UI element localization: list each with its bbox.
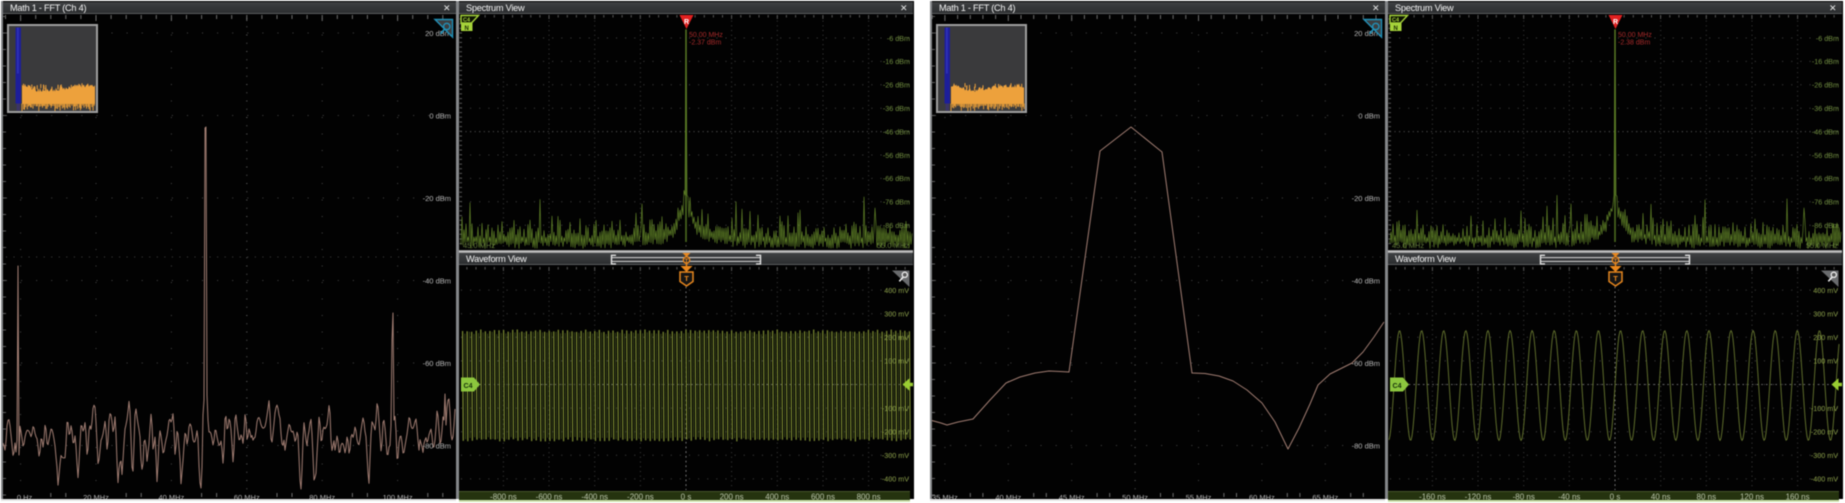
svg-text:200 mV: 200 mV (1813, 333, 1838, 342)
svg-text:55.0 MHz: 55.0 MHz (877, 241, 909, 250)
svg-text:50.00 MHz: 50.00 MHz (1618, 32, 1652, 39)
svg-text:0 dBm: 0 dBm (429, 111, 451, 120)
svg-text:-20 dBm: -20 dBm (423, 194, 451, 203)
svg-text:-200 mV: -200 mV (882, 428, 909, 437)
svg-text:-56 dBm: -56 dBm (883, 151, 910, 160)
svg-text:300 mV: 300 mV (884, 310, 909, 319)
svg-text:-400 mV: -400 mV (882, 475, 909, 484)
svg-text:-16 dBm: -16 dBm (1812, 57, 1839, 66)
svg-text:-2.37 dBm: -2.37 dBm (689, 40, 721, 47)
svg-text:-66 dBm: -66 dBm (883, 174, 910, 183)
svg-text:-36 dBm: -36 dBm (1812, 104, 1839, 113)
svg-text:-26 dBm: -26 dBm (1812, 81, 1839, 90)
svg-text:C4: C4 (1393, 383, 1402, 390)
svg-text:-46 dBm: -46 dBm (1812, 127, 1839, 136)
svg-text:45.0 MHz: 45.0 MHz (463, 241, 495, 250)
svg-text:-300 mV: -300 mV (1811, 451, 1838, 460)
svg-text:R: R (1613, 19, 1618, 26)
svg-text:200 mV: 200 mV (884, 333, 909, 342)
svg-text:-16 dBm: -16 dBm (883, 57, 910, 66)
svg-text:-66 dBm: -66 dBm (1812, 174, 1839, 183)
svg-text:N: N (465, 26, 469, 32)
svg-text:N: N (1394, 26, 1398, 32)
svg-text:R: R (684, 19, 689, 26)
svg-text:100 mV: 100 mV (1813, 357, 1838, 366)
svg-text:55.0 MHz: 55.0 MHz (1806, 241, 1838, 250)
svg-text:-300 mV: -300 mV (882, 451, 909, 460)
svg-text:300 mV: 300 mV (1813, 310, 1838, 319)
svg-text:-56 dBm: -56 dBm (1812, 151, 1839, 160)
svg-text:-100 mV: -100 mV (882, 404, 909, 413)
svg-text:-86 dBm: -86 dBm (1812, 221, 1839, 230)
svg-text:-26 dBm: -26 dBm (883, 81, 910, 90)
svg-text:-80 dBm: -80 dBm (1352, 441, 1380, 450)
svg-text:-86 dBm: -86 dBm (883, 221, 910, 230)
svg-text:-36 dBm: -36 dBm (883, 104, 910, 113)
svg-text:C4: C4 (1392, 18, 1400, 24)
svg-text:-40 dBm: -40 dBm (1352, 276, 1380, 285)
svg-text:-76 dBm: -76 dBm (1812, 198, 1839, 207)
svg-text:400 mV: 400 mV (884, 286, 909, 295)
svg-text:C4: C4 (463, 18, 471, 24)
svg-text:-400 mV: -400 mV (1811, 475, 1838, 484)
svg-text:400 mV: 400 mV (1813, 286, 1838, 295)
svg-text:-6 dBm: -6 dBm (1816, 34, 1839, 43)
svg-text:-6 dBm: -6 dBm (887, 34, 910, 43)
svg-text:-20 dBm: -20 dBm (1352, 194, 1380, 203)
svg-text:45.0 MHz: 45.0 MHz (1392, 241, 1424, 250)
svg-text:0 dBm: 0 dBm (1358, 111, 1380, 120)
svg-text:100 mV: 100 mV (884, 357, 909, 366)
svg-text:-76 dBm: -76 dBm (883, 198, 910, 207)
svg-text:-2.38 dBm: -2.38 dBm (1618, 40, 1650, 47)
svg-text:-46 dBm: -46 dBm (883, 127, 910, 136)
svg-text:-60 dBm: -60 dBm (1352, 359, 1380, 368)
svg-text:C4: C4 (464, 383, 473, 390)
svg-text:T: T (1613, 274, 1618, 283)
svg-text:-40 dBm: -40 dBm (423, 276, 451, 285)
svg-text:-80 dBm: -80 dBm (423, 441, 451, 450)
svg-text:-100 mV: -100 mV (1811, 404, 1838, 413)
svg-text:T: T (684, 274, 689, 283)
svg-text:-200 mV: -200 mV (1811, 428, 1838, 437)
svg-text:-60 dBm: -60 dBm (423, 359, 451, 368)
svg-text:50.00 MHz: 50.00 MHz (689, 32, 723, 39)
